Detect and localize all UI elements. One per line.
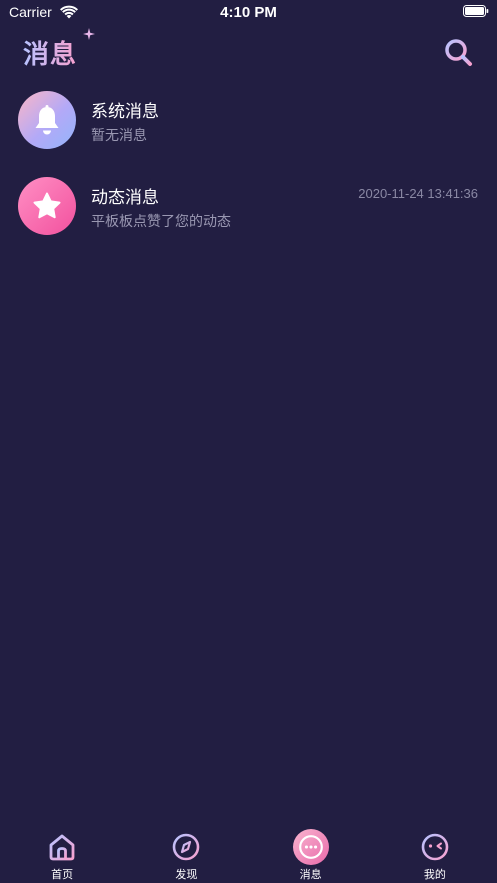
message-item-dynamic[interactable]: 动态消息 平板板点赞了您的动态 2020-11-24 13:41:36 xyxy=(0,173,497,259)
status-time: 4:10 PM xyxy=(220,4,277,21)
message-title: 系统消息 xyxy=(91,102,159,122)
message-preview: 平板板点赞了您的动态 xyxy=(91,214,231,230)
message-preview: 暂无消息 xyxy=(91,128,147,144)
face-icon xyxy=(421,833,449,861)
message-item-system[interactable]: 系统消息 暂无消息 xyxy=(0,87,497,173)
tab-label: 发现 xyxy=(175,868,198,881)
dynamic-avatar xyxy=(18,177,76,235)
status-bar: Carrier 4:10 PM xyxy=(0,0,497,26)
page-title: 消息 xyxy=(23,34,77,71)
tab-home[interactable]: 首页 xyxy=(0,822,124,883)
tab-label: 我的 xyxy=(423,868,446,881)
battery-icon xyxy=(463,5,489,17)
chat-icon xyxy=(292,829,329,865)
tab-label: 首页 xyxy=(51,868,74,881)
star-icon xyxy=(33,192,61,219)
home-icon xyxy=(49,834,75,861)
tab-bar: 首页 发现 消息 我的 xyxy=(0,822,497,883)
system-avatar xyxy=(18,91,76,149)
message-title: 动态消息 xyxy=(91,188,159,208)
search-icon[interactable] xyxy=(443,37,473,67)
sparkle-icon xyxy=(83,28,95,40)
tab-profile[interactable]: 我的 xyxy=(373,822,497,883)
compass-icon xyxy=(173,833,200,861)
bell-icon xyxy=(35,105,59,135)
message-list: 系统消息 暂无消息 动态消息 平板板点赞了您的动态 2020-11-24 13:… xyxy=(0,87,497,259)
tab-discover[interactable]: 发现 xyxy=(124,822,248,883)
tab-messages[interactable]: 消息 xyxy=(249,822,373,883)
message-time: 2020-11-24 13:41:36 xyxy=(358,186,478,201)
tab-label: 消息 xyxy=(299,868,322,881)
